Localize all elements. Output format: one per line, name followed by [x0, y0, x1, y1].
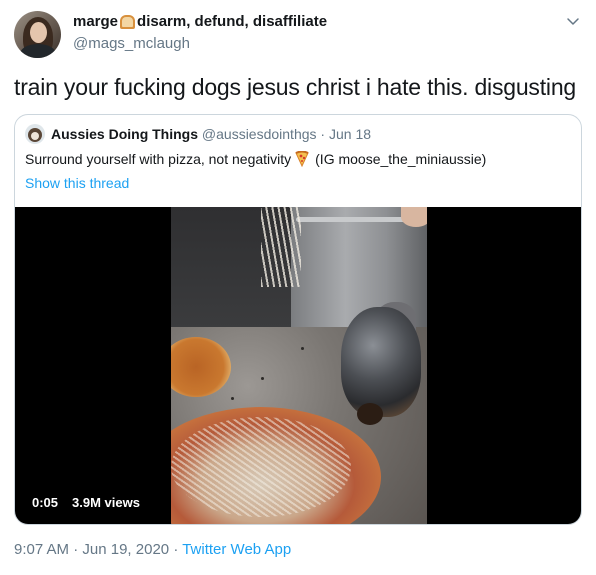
quoted-name[interactable]: Aussies Doing Things: [51, 126, 198, 142]
counter-speck: [261, 377, 264, 380]
quoted-handle[interactable]: @aussiesdointhgs: [202, 126, 317, 142]
footer-sep: ·: [73, 541, 79, 558]
avatar-body: [20, 44, 56, 58]
tweet-text: train your fucking dogs jesus christ i h…: [14, 74, 577, 100]
source-app-link[interactable]: Twitter Web App: [182, 541, 291, 558]
tweet-footer: 9:07 AM · Jun 19, 2020 · Twitter Web App: [14, 541, 291, 558]
quoted-avatar[interactable]: [25, 124, 45, 144]
footer-sep: ·: [173, 541, 179, 558]
video-player[interactable]: 0:05 3.9M views: [15, 207, 581, 524]
tweet: marge disarm, defund, disaffiliate @mags…: [0, 0, 596, 575]
quoted-date[interactable]: Jun 18: [329, 126, 371, 142]
video-badges: 0:05 3.9M views: [27, 493, 145, 512]
author-name-part1: marge: [73, 13, 119, 30]
quoted-header: Aussies Doing Things @aussiesdointhgs · …: [51, 126, 371, 142]
quoted-text-ig: (IG moose_the_miniaussie): [315, 151, 487, 167]
hand: [401, 207, 427, 227]
video-views: 3.9M views: [67, 493, 145, 512]
video-frame: [171, 207, 427, 524]
counter-speck: [301, 347, 304, 350]
avatar-face: [30, 22, 47, 43]
pizza-icon: [295, 151, 309, 167]
falling-cheese: [261, 207, 301, 287]
tweet-time[interactable]: 9:07 AM: [14, 541, 69, 558]
quoted-separator: ·: [320, 126, 326, 142]
author-display-name[interactable]: marge disarm, defund, disaffiliate: [73, 13, 327, 30]
counter-speck: [231, 397, 234, 400]
quoted-text-main: Surround yourself with pizza, not negati…: [25, 151, 292, 167]
author-handle[interactable]: @mags_mclaugh: [73, 35, 190, 52]
fridge-handle: [296, 217, 406, 222]
dog-nose: [357, 403, 383, 425]
tweet-date[interactable]: Jun 19, 2020: [82, 541, 169, 558]
author-avatar[interactable]: [14, 11, 61, 58]
dog-head: [341, 307, 421, 417]
show-thread-link[interactable]: Show this thread: [25, 175, 129, 191]
quoted-tweet[interactable]: Aussies Doing Things @aussiesdointhgs · …: [14, 114, 582, 525]
bread-icon: [120, 14, 136, 29]
cheese-topping: [171, 417, 351, 517]
video-time: 0:05: [27, 493, 64, 512]
quoted-text: Surround yourself with pizza, not negati…: [25, 151, 486, 167]
author-name-part2: disarm, defund, disaffiliate: [137, 13, 328, 30]
chevron-down-icon[interactable]: [566, 14, 580, 28]
